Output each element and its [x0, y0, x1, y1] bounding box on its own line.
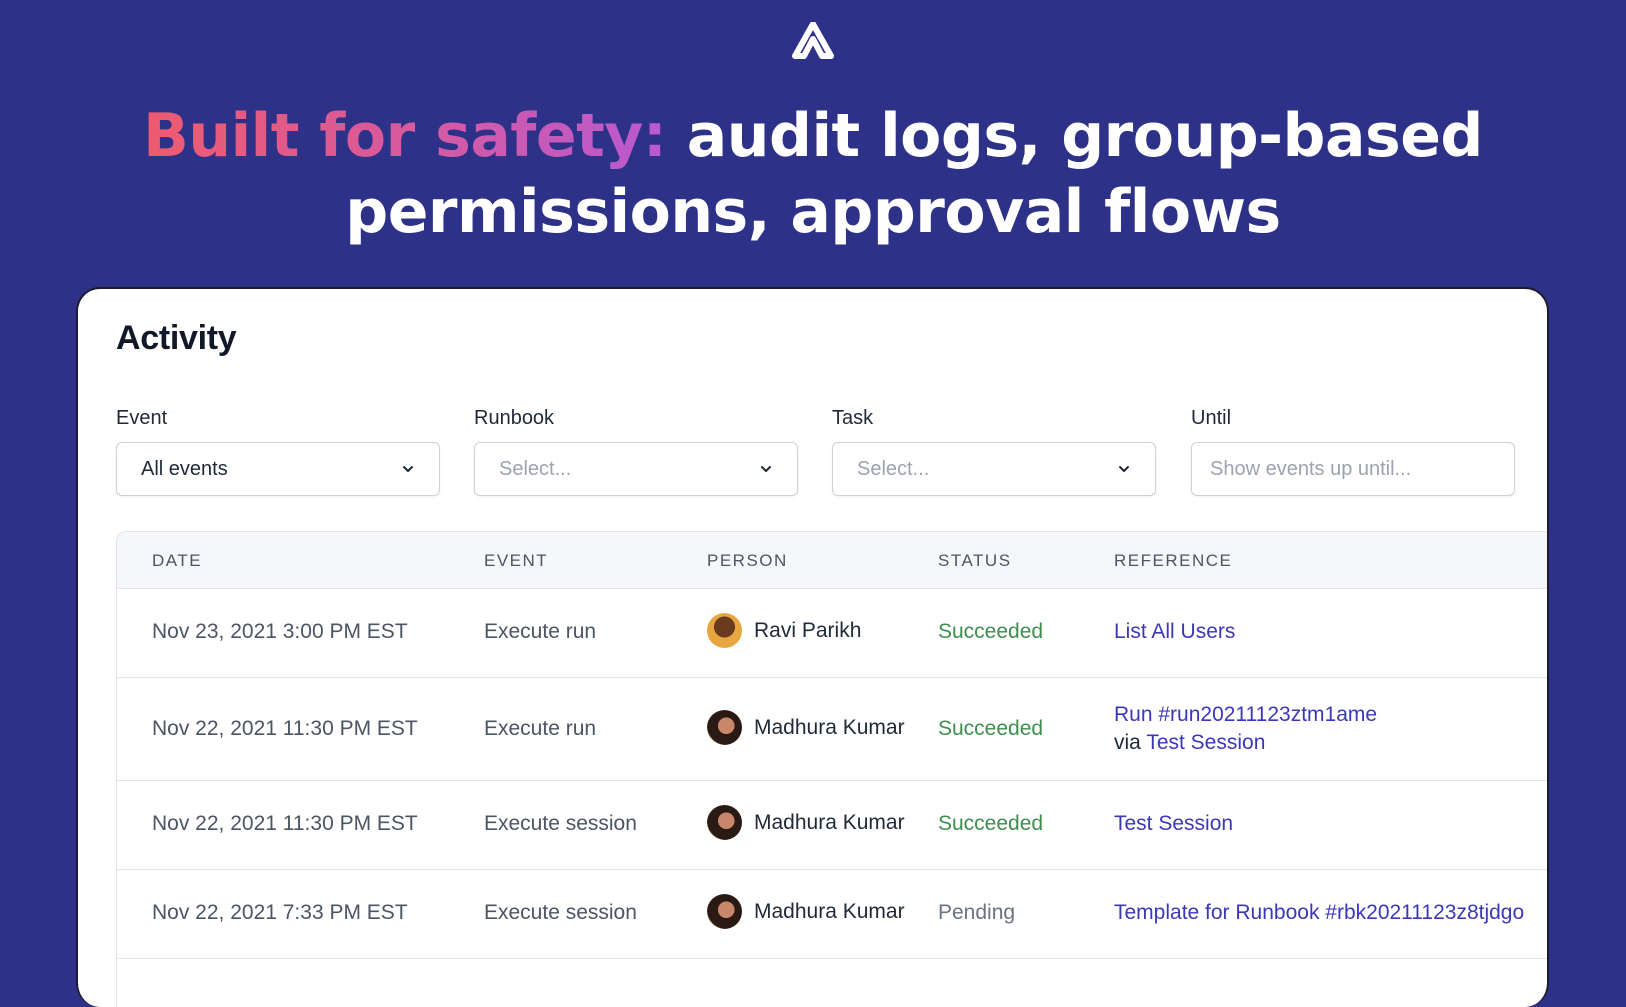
status-badge: Pending [938, 901, 1016, 924]
filter-label-runbook: Runbook [474, 407, 555, 429]
avatar [707, 894, 742, 929]
table-row[interactable]: Nov 23, 2021 3:00 PM EST Execute run Rav… [117, 589, 1547, 678]
filter-label-event: Event [116, 407, 168, 429]
row-person: Madhura Kumar [707, 894, 905, 929]
row-date: Nov 22, 2021 7:33 PM EST [152, 901, 408, 924]
reference-via: via Test Session [1114, 731, 1265, 755]
filter-runbook: Runbook Select... [474, 407, 798, 496]
column-header-date: DATE [152, 551, 203, 570]
runbook-select-placeholder: Select... [499, 457, 572, 480]
row-date: Nov 22, 2021 11:30 PM EST [152, 812, 418, 835]
activity-card: Activity Event All events Runbook Select… [76, 287, 1549, 1007]
event-select[interactable]: All events [116, 442, 440, 496]
hero-headline: Built for safety: audit logs, group-base… [0, 98, 1626, 250]
page-title: Activity [116, 319, 237, 357]
avatar [707, 710, 742, 745]
avatar [707, 613, 742, 648]
event-select-value: All events [141, 457, 228, 480]
row-date: Nov 23, 2021 3:00 PM EST [152, 620, 408, 643]
person-name: Ravi Parikh [754, 618, 862, 642]
table-header: DATE EVENT PERSON STATUS REFERENCE [117, 532, 1547, 589]
status-badge: Succeeded [938, 620, 1044, 643]
status-badge: Succeeded [938, 717, 1044, 740]
person-name: Madhura Kumar [754, 899, 905, 923]
logo-icon [792, 22, 834, 59]
runbook-select[interactable]: Select... [474, 442, 798, 496]
row-event: Execute run [484, 717, 597, 740]
reference-link[interactable]: Template for Runbook #rbk20211123z8tjdgo [1114, 901, 1524, 925]
until-field[interactable] [1191, 442, 1515, 496]
status-badge: Succeeded [938, 812, 1044, 835]
person-name: Madhura Kumar [754, 810, 905, 834]
person-name: Madhura Kumar [754, 715, 905, 739]
chevron-down-icon [1119, 466, 1129, 472]
task-select-placeholder: Select... [857, 457, 930, 480]
chevron-down-icon [761, 466, 771, 472]
filter-label-until: Until [1191, 407, 1232, 429]
headline-line2: permissions, approval flows [345, 177, 1281, 247]
activity-table: DATE EVENT PERSON STATUS REFERENCE Nov 2… [116, 531, 1547, 1007]
row-event: Execute session [484, 901, 637, 924]
row-event: Execute run [484, 620, 597, 643]
chevron-down-icon [403, 466, 413, 472]
column-header-person: PERSON [707, 551, 788, 570]
via-link[interactable]: Test Session [1146, 731, 1265, 754]
row-person: Madhura Kumar [707, 805, 905, 840]
reference-link[interactable]: Run #run20211123ztm1ame [1114, 703, 1377, 727]
table-row[interactable]: Nov 22, 2021 11:30 PM EST Execute run Ma… [117, 678, 1547, 781]
headline-highlight: Built for safety: [143, 101, 667, 171]
via-label: via [1114, 731, 1141, 754]
table-row[interactable]: Nov 22, 2021 11:30 PM EST Execute sessio… [117, 781, 1547, 870]
headline-rest: audit logs, group-based [666, 101, 1484, 171]
column-header-reference: REFERENCE [1114, 551, 1233, 570]
row-person: Ravi Parikh [707, 613, 861, 648]
row-person: Madhura Kumar [707, 710, 905, 745]
task-select[interactable]: Select... [832, 442, 1156, 496]
brand-logo [0, 22, 1626, 60]
filter-event: Event All events [116, 407, 440, 496]
row-event: Execute session [484, 812, 637, 835]
reference-link[interactable]: Test Session [1114, 812, 1233, 836]
column-header-event: EVENT [484, 551, 549, 570]
row-date: Nov 22, 2021 11:30 PM EST [152, 717, 418, 740]
column-header-status: STATUS [938, 551, 1012, 570]
filter-task: Task Select... [832, 407, 1156, 496]
table-row[interactable]: Nov 22, 2021 7:33 PM EST Execute session… [117, 870, 1547, 959]
filter-label-task: Task [832, 407, 874, 429]
reference-link[interactable]: List All Users [1114, 620, 1235, 644]
filter-until: Until [1191, 407, 1515, 496]
until-input[interactable] [1210, 457, 1496, 481]
avatar [707, 805, 742, 840]
